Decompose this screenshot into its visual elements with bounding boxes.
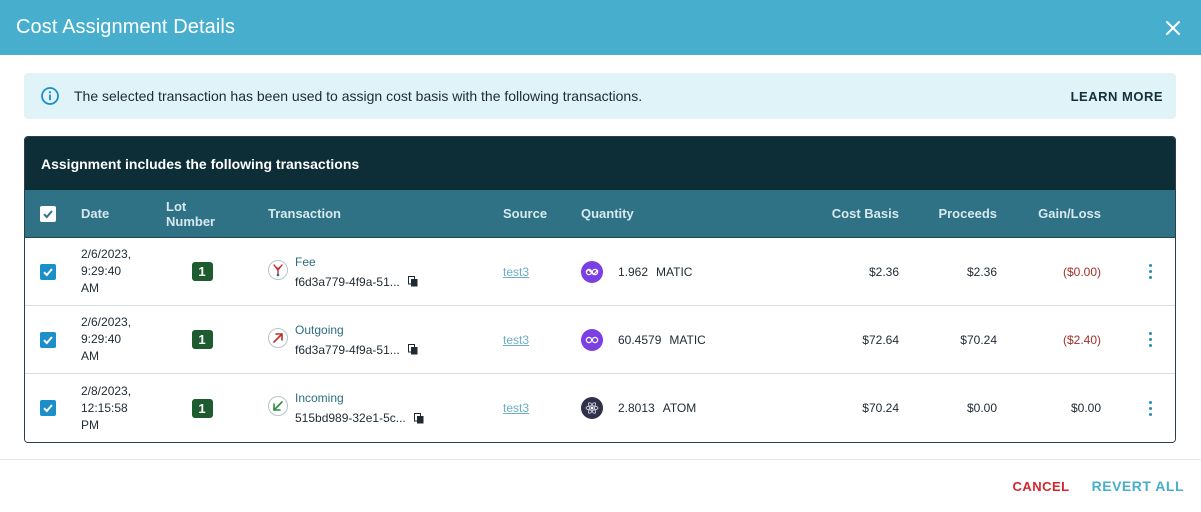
- transaction-type[interactable]: Incoming: [295, 391, 424, 405]
- quantity-value: 1.962: [618, 264, 649, 279]
- transaction-hash: f6d3a779-4f9a-51...: [295, 274, 400, 289]
- select-all-checkbox[interactable]: [40, 205, 56, 222]
- row-menu-button[interactable]: [1148, 331, 1152, 349]
- table-caption: Assignment includes the following transa…: [25, 137, 1175, 190]
- footer-divider: [0, 459, 1201, 460]
- table-row[interactable]: 2/6/2023, 9:29:40 AM 1 Outgoing f6d3a779…: [25, 306, 1175, 374]
- header-proceeds[interactable]: Proceeds: [905, 190, 997, 237]
- transaction-type[interactable]: Fee: [295, 255, 418, 269]
- checkmark-icon: [43, 335, 53, 344]
- header-transaction[interactable]: Transaction: [268, 190, 468, 237]
- close-button[interactable]: [1161, 16, 1185, 40]
- learn-more-button[interactable]: LEARN MORE: [1071, 89, 1163, 104]
- checkmark-icon: [43, 209, 53, 218]
- quantity-value: 60.4579: [618, 332, 662, 347]
- row-menu-button[interactable]: [1148, 399, 1152, 417]
- quantity-value: 2.8013: [618, 401, 655, 415]
- info-icon: [40, 86, 60, 106]
- proceeds-value: $2.36: [966, 264, 997, 279]
- table-header: Date Lot Number Transaction Source Quant…: [25, 190, 1175, 238]
- row-checkbox[interactable]: [40, 400, 56, 416]
- atom-icon: [581, 397, 603, 419]
- source-link[interactable]: test3: [503, 401, 529, 415]
- header-cost-basis[interactable]: Cost Basis: [785, 190, 899, 237]
- copy-icon[interactable]: [413, 412, 424, 424]
- proceeds-value: $0.00: [966, 401, 997, 415]
- proceeds-value: $70.24: [960, 332, 997, 347]
- lot-badge: 1: [191, 398, 213, 418]
- matic-icon: [581, 260, 603, 283]
- dialog-header: Cost Assignment Details: [0, 0, 1201, 55]
- cancel-button[interactable]: CANCEL: [1012, 478, 1069, 494]
- row-date: 2/8/2023, 12:15:58 PM: [81, 383, 132, 432]
- row-date: 2/6/2023, 9:29:40 AM: [81, 315, 132, 363]
- transaction-type[interactable]: Outgoing: [295, 323, 418, 337]
- asset-symbol: MATIC: [656, 264, 693, 279]
- table-row[interactable]: 2/6/2023, 9:29:40 AM 1 Fee f6d3a779-4f9a…: [25, 238, 1175, 306]
- header-gain-loss[interactable]: Gain/Loss: [1005, 190, 1101, 237]
- close-icon: [1166, 20, 1180, 35]
- transaction-hash: f6d3a779-4f9a-51...: [295, 342, 400, 357]
- row-date: 2/6/2023, 9:29:40 AM: [81, 247, 132, 295]
- outgoing-arrow-icon: [268, 328, 288, 348]
- cost-basis-value: $70.24: [862, 401, 899, 415]
- copy-icon[interactable]: [407, 276, 418, 287]
- dialog-title: Cost Assignment Details: [16, 16, 236, 38]
- table-row[interactable]: 2/8/2023, 12:15:58 PM 1 Incoming 515bd98…: [25, 374, 1175, 442]
- row-checkbox[interactable]: [40, 331, 56, 348]
- source-link[interactable]: test3: [503, 265, 529, 279]
- header-quantity[interactable]: Quantity: [581, 190, 781, 237]
- cost-basis-value: $72.64: [862, 332, 899, 347]
- asset-symbol: MATIC: [669, 332, 706, 347]
- gain-loss-value: $0.00: [1070, 401, 1101, 415]
- transaction-hash: 515bd989-32e1-5c...: [295, 411, 406, 425]
- header-source[interactable]: Source: [503, 190, 563, 237]
- row-menu-button[interactable]: [1148, 263, 1152, 281]
- copy-icon[interactable]: [407, 344, 418, 355]
- row-checkbox[interactable]: [40, 263, 56, 280]
- header-lot-number[interactable]: Lot Number: [166, 190, 238, 237]
- asset-symbol: ATOM: [662, 401, 697, 415]
- fee-icon: [268, 260, 288, 280]
- revert-all-button[interactable]: REVERT ALL: [1092, 478, 1184, 494]
- matic-icon: [581, 328, 603, 351]
- lot-badge: 1: [191, 262, 213, 281]
- checkmark-icon: [43, 267, 53, 276]
- dialog-actions: CANCEL REVERT ALL: [1012, 478, 1184, 494]
- assignment-table: Assignment includes the following transa…: [24, 136, 1176, 443]
- checkmark-icon: [43, 404, 53, 413]
- source-link[interactable]: test3: [503, 333, 529, 347]
- gain-loss-value: ($2.40): [1062, 332, 1101, 347]
- header-date[interactable]: Date: [81, 190, 161, 237]
- info-banner-text: The selected transaction has been used t…: [74, 88, 643, 104]
- gain-loss-value: ($0.00): [1062, 264, 1101, 279]
- info-banner: The selected transaction has been used t…: [24, 73, 1176, 119]
- lot-badge: 1: [191, 330, 213, 349]
- cost-basis-value: $2.36: [868, 264, 899, 279]
- incoming-arrow-icon: [268, 396, 288, 416]
